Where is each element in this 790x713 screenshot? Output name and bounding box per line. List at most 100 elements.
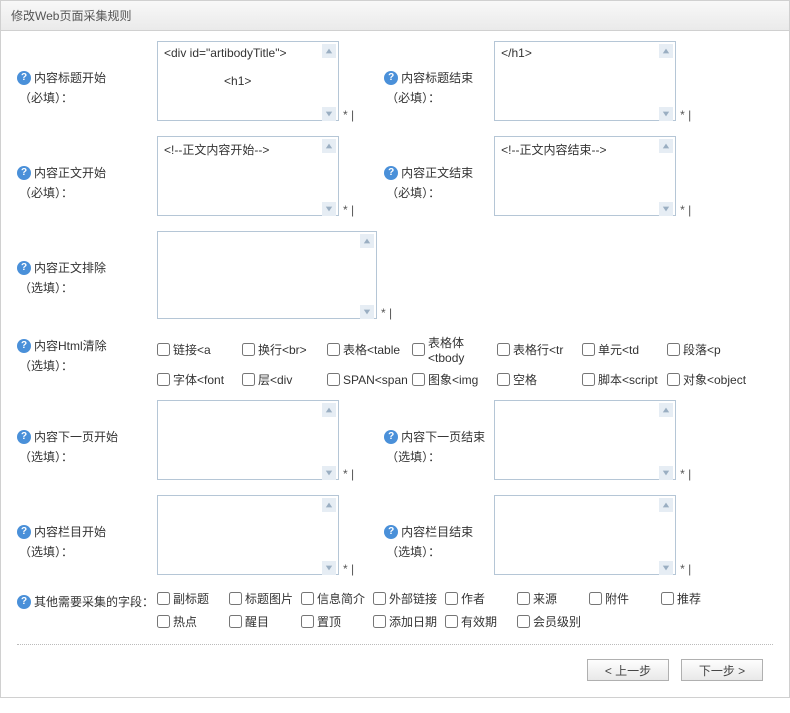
checkbox[interactable] (661, 592, 674, 605)
help-icon[interactable]: ? (17, 166, 31, 180)
arrow-up-icon[interactable] (360, 234, 374, 248)
next-button[interactable]: 下一步 > (681, 659, 763, 681)
body-exclude-textarea[interactable] (157, 231, 377, 319)
checkbox-label: 来源 (533, 590, 557, 607)
arrow-down-icon[interactable] (659, 561, 673, 575)
checkbox[interactable] (445, 592, 458, 605)
other-field-option[interactable]: 来源 (517, 590, 589, 607)
arrow-up-icon[interactable] (659, 44, 673, 58)
checkbox[interactable] (157, 343, 170, 356)
other-field-option[interactable]: 有效期 (445, 613, 517, 630)
checkbox[interactable] (229, 615, 242, 628)
prev-button[interactable]: < 上一步 (587, 659, 669, 681)
checkbox[interactable] (373, 592, 386, 605)
required-text: （必填）： (17, 184, 157, 201)
arrow-down-icon[interactable] (322, 202, 336, 216)
help-icon[interactable]: ? (384, 71, 398, 85)
help-icon[interactable]: ? (17, 71, 31, 85)
arrow-down-icon[interactable] (322, 561, 336, 575)
checkbox[interactable] (497, 373, 510, 386)
checkbox[interactable] (582, 373, 595, 386)
html-clear-option[interactable]: 脚本<script (582, 371, 667, 388)
checkbox[interactable] (301, 592, 314, 605)
html-clear-option[interactable]: 图象<img (412, 371, 497, 388)
html-clear-option[interactable]: 段落<p (667, 334, 752, 365)
other-field-option[interactable]: 醒目 (229, 613, 301, 630)
checkbox[interactable] (229, 592, 242, 605)
checkbox[interactable] (412, 343, 425, 356)
arrow-down-icon[interactable] (360, 305, 374, 319)
help-icon[interactable]: ? (17, 339, 31, 353)
arrow-up-icon[interactable] (322, 139, 336, 153)
checkbox[interactable] (412, 373, 425, 386)
other-field-option[interactable]: 外部链接 (373, 590, 445, 607)
arrow-up-icon[interactable] (322, 44, 336, 58)
checkbox[interactable] (667, 343, 680, 356)
checkbox[interactable] (242, 373, 255, 386)
html-clear-option[interactable]: 链接<a (157, 334, 242, 365)
body-end-textarea[interactable] (494, 136, 676, 216)
title-end-textarea[interactable] (494, 41, 676, 121)
other-field-option[interactable]: 标题图片 (229, 590, 301, 607)
html-clear-option[interactable]: 对象<object (667, 371, 752, 388)
html-clear-option[interactable]: 层<div (242, 371, 327, 388)
checkbox[interactable] (373, 615, 386, 628)
html-clear-option[interactable]: SPAN<span (327, 371, 412, 388)
arrow-up-icon[interactable] (659, 139, 673, 153)
html-clear-option[interactable]: 字体<font (157, 371, 242, 388)
next-end-textarea[interactable] (494, 400, 676, 480)
help-icon[interactable]: ? (17, 430, 31, 444)
checkbox[interactable] (242, 343, 255, 356)
arrow-down-icon[interactable] (659, 466, 673, 480)
html-clear-option[interactable]: 换行<br> (242, 334, 327, 365)
checkbox[interactable] (497, 343, 510, 356)
html-clear-option[interactable]: 表格体<tbody (412, 334, 497, 365)
other-field-option[interactable]: 热点 (157, 613, 229, 630)
col-end-textarea[interactable] (494, 495, 676, 575)
html-clear-option[interactable]: 表格行<tr (497, 334, 582, 365)
arrow-down-icon[interactable] (659, 202, 673, 216)
body-start-textarea[interactable] (157, 136, 339, 216)
other-field-option[interactable]: 信息简介 (301, 590, 373, 607)
checkbox[interactable] (667, 373, 680, 386)
next-start-textarea[interactable] (157, 400, 339, 480)
checkbox-label: 醒目 (245, 613, 269, 630)
arrow-up-icon[interactable] (322, 498, 336, 512)
checkbox[interactable] (582, 343, 595, 356)
checkbox[interactable] (517, 615, 530, 628)
arrow-up-icon[interactable] (659, 498, 673, 512)
checkbox[interactable] (327, 373, 340, 386)
checkbox[interactable] (157, 373, 170, 386)
other-field-option[interactable]: 添加日期 (373, 613, 445, 630)
arrow-up-icon[interactable] (659, 403, 673, 417)
other-field-option[interactable]: 推荐 (661, 590, 733, 607)
col-start-textarea[interactable] (157, 495, 339, 575)
checkbox[interactable] (301, 615, 314, 628)
checkbox[interactable] (445, 615, 458, 628)
help-icon[interactable]: ? (17, 261, 31, 275)
arrow-down-icon[interactable] (659, 107, 673, 121)
other-field-option[interactable]: 置顶 (301, 613, 373, 630)
checkbox[interactable] (157, 592, 170, 605)
help-icon[interactable]: ? (17, 525, 31, 539)
html-clear-option[interactable]: 空格 (497, 371, 582, 388)
other-field-option[interactable]: 副标题 (157, 590, 229, 607)
checkbox[interactable] (157, 615, 170, 628)
arrow-down-icon[interactable] (322, 466, 336, 480)
title-start-textarea[interactable] (157, 41, 339, 121)
html-clear-option[interactable]: 表格<table (327, 334, 412, 365)
checkbox-label: 标题图片 (245, 590, 293, 607)
other-field-option[interactable]: 会员级别 (517, 613, 589, 630)
help-icon[interactable]: ? (17, 595, 31, 609)
help-icon[interactable]: ? (384, 525, 398, 539)
checkbox[interactable] (327, 343, 340, 356)
other-field-option[interactable]: 附件 (589, 590, 661, 607)
help-icon[interactable]: ? (384, 166, 398, 180)
checkbox[interactable] (589, 592, 602, 605)
help-icon[interactable]: ? (384, 430, 398, 444)
checkbox[interactable] (517, 592, 530, 605)
other-field-option[interactable]: 作者 (445, 590, 517, 607)
html-clear-option[interactable]: 单元<td (582, 334, 667, 365)
arrow-down-icon[interactable] (322, 107, 336, 121)
arrow-up-icon[interactable] (322, 403, 336, 417)
